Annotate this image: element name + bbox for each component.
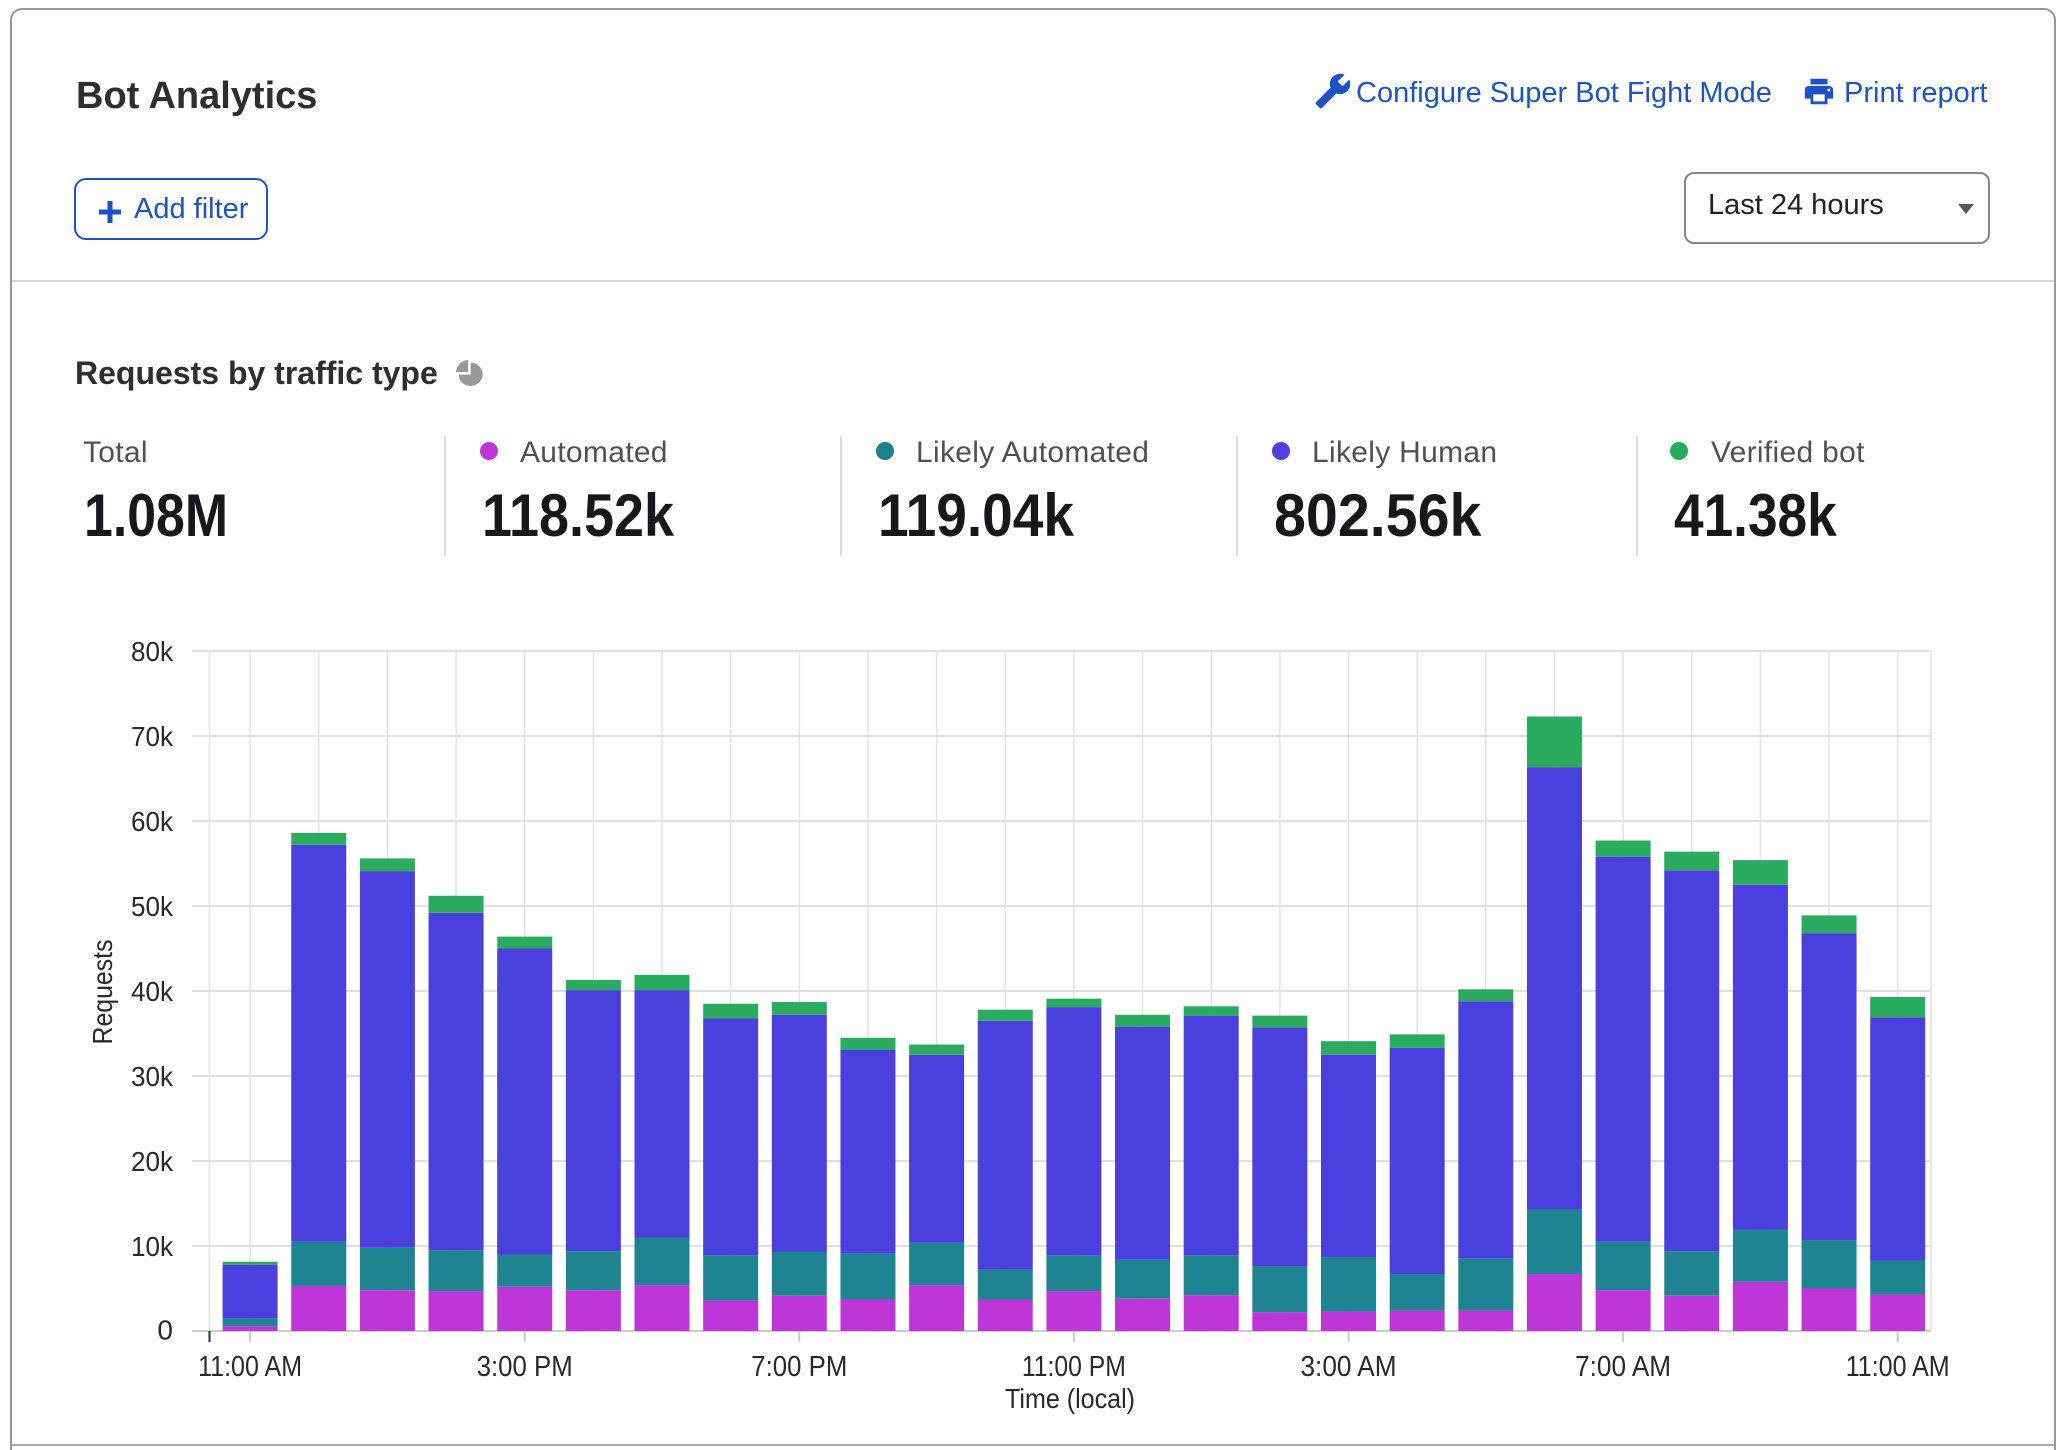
- svg-text:40k: 40k: [131, 976, 174, 1007]
- svg-text:70k: 70k: [131, 721, 174, 752]
- svg-text:30k: 30k: [131, 1061, 174, 1092]
- svg-text:3:00 PM: 3:00 PM: [477, 1351, 573, 1383]
- svg-text:Time (local): Time (local): [1005, 1383, 1135, 1414]
- svg-text:60k: 60k: [131, 806, 174, 837]
- svg-text:0: 0: [157, 1314, 173, 1345]
- svg-text:80k: 80k: [131, 636, 174, 667]
- svg-text:7:00 PM: 7:00 PM: [751, 1351, 847, 1383]
- svg-text:11:00 PM: 11:00 PM: [1022, 1351, 1126, 1383]
- svg-text:10k: 10k: [131, 1231, 174, 1262]
- svg-text:11:00 AM: 11:00 AM: [1846, 1351, 1950, 1383]
- svg-text:20k: 20k: [131, 1146, 174, 1177]
- svg-text:7:00 AM: 7:00 AM: [1575, 1351, 1671, 1383]
- svg-text:50k: 50k: [131, 891, 174, 922]
- svg-text:3:00 AM: 3:00 AM: [1301, 1351, 1397, 1383]
- svg-text:Requests: Requests: [87, 940, 118, 1045]
- svg-text:11:00 AM: 11:00 AM: [198, 1351, 302, 1383]
